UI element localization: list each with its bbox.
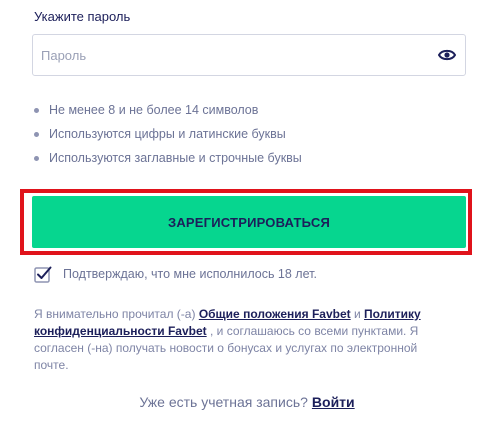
login-link[interactable]: Войти [312,394,355,410]
bullet-icon [34,132,39,137]
password-input[interactable] [41,35,421,75]
login-row: Уже есть учетная запись? Войти [0,394,494,410]
password-rule: Используются заглавные и строчные буквы [34,149,302,173]
password-rules-list: Не менее 8 и не более 14 символов Исполь… [34,101,302,173]
bullet-icon [34,108,39,113]
password-rule: Не менее 8 и не более 14 символов [34,101,302,125]
password-field[interactable] [32,34,466,76]
login-question: Уже есть учетная запись? [139,394,308,410]
general-terms-link[interactable]: Общие положения Favbet [199,307,351,321]
register-button[interactable]: ЗАРЕГИСТРИРОВАТЬСЯ [32,196,466,248]
age-confirm-checkbox[interactable] [34,265,52,283]
password-label: Укажите пароль [34,9,131,24]
checkbox-checked-icon [34,266,52,283]
eye-icon[interactable] [437,47,457,63]
terms-text: Я внимательно прочитал (-а) Общие положе… [34,307,421,372]
age-confirm-label: Подтверждаю, что мне исполнилось 18 лет. [63,267,317,281]
bullet-icon [34,156,39,161]
password-rule: Используются цифры и латинские буквы [34,125,302,149]
